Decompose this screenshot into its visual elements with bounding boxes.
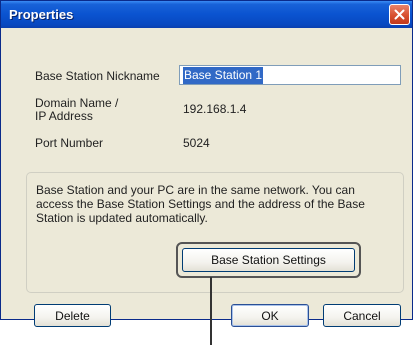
base-station-settings-button[interactable]: Base Station Settings [182, 248, 355, 272]
properties-dialog: Properties Base Station Nickname Base St… [0, 0, 413, 327]
callout-line [210, 277, 212, 345]
title-bar[interactable]: Properties [1, 1, 412, 28]
domain-value: 192.168.1.4 [183, 102, 247, 116]
domain-label-line2: IP Address [35, 109, 93, 123]
port-value: 5024 [183, 136, 210, 150]
port-label: Port Number [35, 136, 104, 150]
network-info-text: Base Station and your PC are in the same… [36, 183, 398, 225]
nickname-value: Base Station 1 [183, 67, 264, 84]
info-line-2: access the Base Station Settings and the… [36, 197, 365, 211]
info-line-1: Base Station and your PC are in the same… [36, 183, 355, 197]
domain-label-line1: Domain Name / [35, 96, 119, 110]
nickname-label: Base Station Nickname [35, 69, 160, 83]
ok-button[interactable]: OK [231, 304, 309, 327]
delete-button[interactable]: Delete [34, 304, 111, 327]
nickname-field[interactable]: Base Station 1 [179, 65, 401, 85]
dialog-title: Properties [9, 7, 74, 22]
cancel-button[interactable]: Cancel [323, 304, 401, 327]
close-icon [394, 9, 405, 20]
close-button[interactable] [389, 4, 410, 25]
info-line-3: Station is updated automatically. [36, 211, 208, 225]
